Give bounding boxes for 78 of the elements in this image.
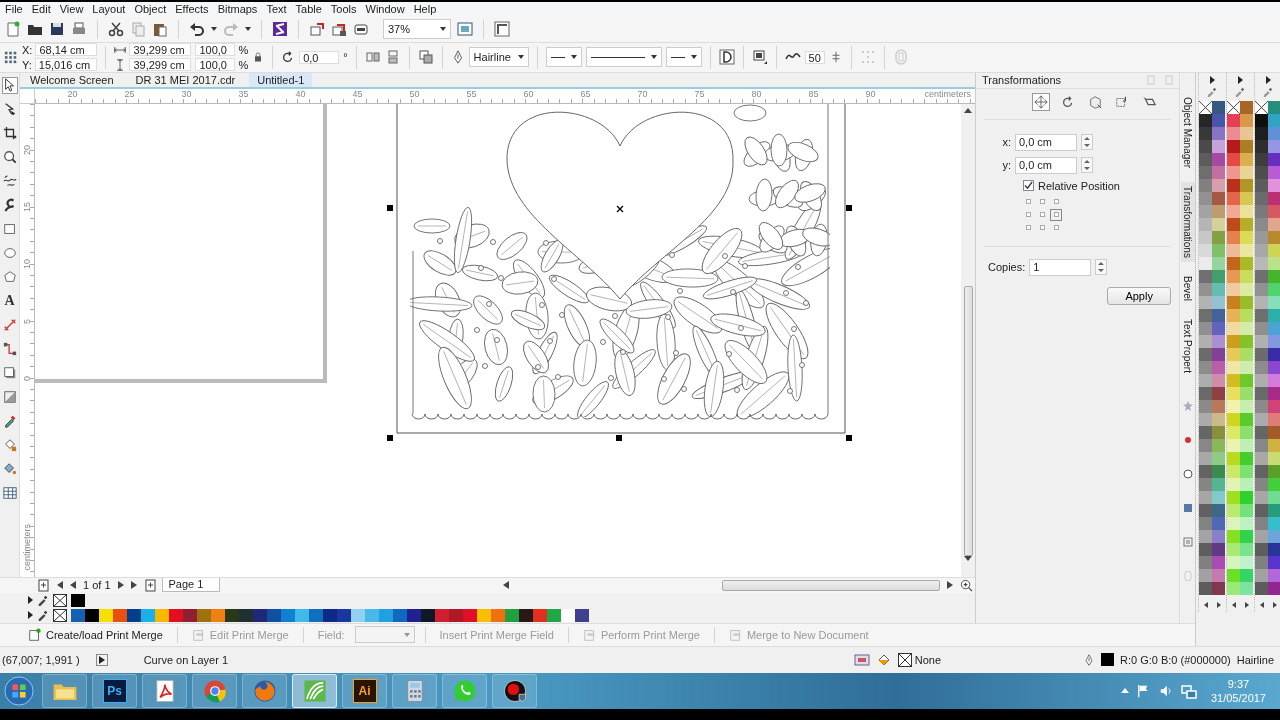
ruler-label: 85 [807,88,820,101]
menu-item[interactable]: Bitmaps [214,3,264,15]
outline-color-info: R:0 G:0 B:0 (#000000) [1120,653,1231,666]
unit-label: % [238,43,249,56]
panel-title: Transformations [982,74,1062,87]
outline-width-info: Hairline [1236,653,1274,666]
menu-item[interactable]: Edit [28,3,57,15]
apply-button[interactable]: Apply [1107,286,1172,305]
ruler-label: 35 [237,88,250,101]
docker-tab[interactable]: Text Propert [1180,314,1195,377]
fill-info: None [914,653,941,666]
ruler-label: 40 [294,88,307,101]
menu-item[interactable]: Layout [89,3,132,15]
field-label: Field: [316,628,346,641]
ruler-label: 55 [465,88,478,101]
taskbar-button[interactable]: Ps [92,673,137,708]
ruler-label: 50 [408,88,421,101]
menu-item[interactable]: File [2,3,29,15]
outline-width-dropdown[interactable]: Hairline [468,47,529,68]
rotation-field[interactable]: 0,0 [299,50,340,64]
field-label: y: [1001,159,1011,172]
field-label: x: [1001,136,1011,149]
docker-tab[interactable]: Object Manager [1180,92,1195,172]
ruler-label: 45 [351,88,364,101]
x-field[interactable]: 0,0 cm [1015,133,1077,151]
object-info: Curve on Layer 1 [143,653,229,666]
zoom-dropdown[interactable]: 37% [383,19,451,40]
ruler-unit: centimeters [924,88,972,101]
unit-label: % [238,58,249,71]
cursor-coordinates: (67,007; 1,991 ) [2,653,80,666]
menu-item[interactable]: Effects [172,3,215,15]
clock-date: 31/05/2017 [1210,690,1266,705]
y-position-field[interactable]: 15,016 cm [34,58,97,72]
docker-tab[interactable]: Transformations [1180,182,1195,262]
toolbar-button[interactable]: Create/load Print Merge [24,627,167,642]
text-tool[interactable]: A [1,292,18,310]
ruler-label: 60 [522,88,535,101]
menu-item[interactable]: Tools [327,3,363,15]
ruler-label: 65 [579,88,592,101]
ruler-label: 20 [66,88,79,101]
x-position-field[interactable]: 68,14 cm [35,43,98,57]
ruler-label: 70 [636,88,649,101]
copies-field[interactable]: 1 [1029,258,1092,276]
docker-tab[interactable]: Bevel [1180,271,1195,305]
page-counter: 1 of 1 [83,579,111,592]
ruler-label: 90 [864,88,877,101]
menu-item[interactable]: Help [410,3,443,15]
document-tab[interactable]: Welcome Screen [22,72,122,87]
ruler-label: 25 [123,88,136,101]
height-field[interactable]: 39,299 cm [129,58,192,72]
document-tab[interactable]: DR 31 MEI 2017.cdr [127,72,244,87]
menu-item[interactable]: Table [292,3,328,15]
y-field[interactable]: 0,0 cm [1015,156,1077,174]
page-tab[interactable]: Page 1 [161,578,221,593]
scale-field[interactable]: 100,0 [195,58,236,72]
ruler-label: 15 [22,202,32,213]
ruler-label: 20 [22,145,32,156]
field-label: X: [22,43,33,56]
menu-item[interactable]: Window [362,3,411,15]
ruler-label: 10 [22,259,32,270]
ruler-label: 30 [180,88,193,101]
ruler-label: 5 [22,318,32,324]
taskbar-button[interactable]: Ai [342,673,387,708]
menu-item[interactable]: View [56,3,90,15]
menu-item[interactable]: Text [263,3,293,15]
ruler-label: 75 [693,88,706,101]
unit-label: ° [343,51,348,64]
scale-field[interactable]: 100,0 [195,43,236,57]
clock-time: 9:37 [1227,676,1250,691]
field-label: Y: [22,58,32,71]
ruler-unit: centimeters [22,524,32,571]
menu-item[interactable]: Object [131,3,173,15]
checkbox-label: Relative Position [1038,179,1120,192]
width-field[interactable]: 39,299 cm [129,43,192,57]
smoothing-field[interactable]: 50 [804,50,825,64]
field-label: Copies: [988,261,1026,274]
ruler-label: 0 [22,375,32,381]
ruler-label: 80 [750,88,763,101]
